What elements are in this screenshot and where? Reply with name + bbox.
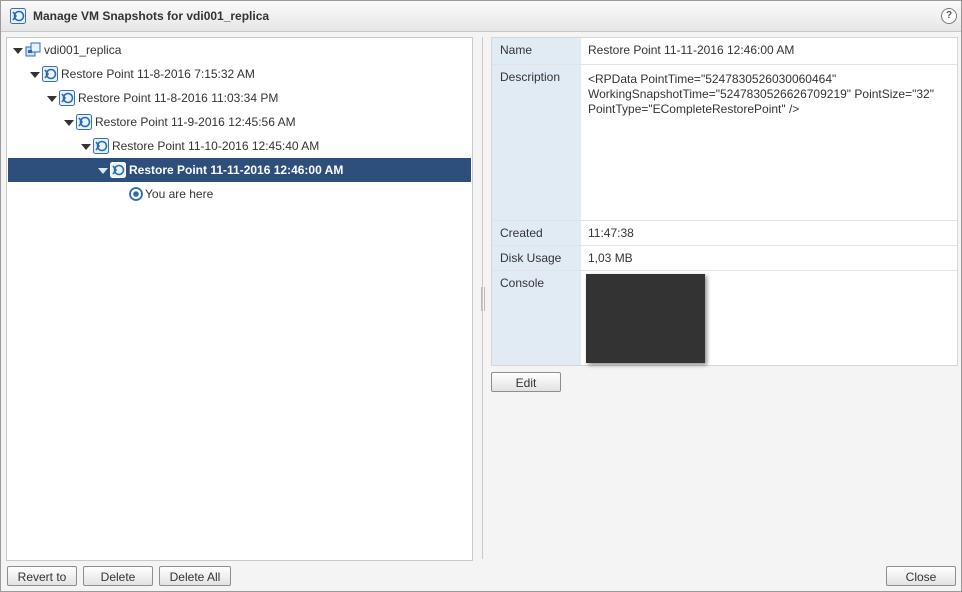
delete-button[interactable]: Delete xyxy=(83,566,153,586)
snapshot-properties: Name Restore Point 11-11-2016 12:46:00 A… xyxy=(491,37,958,366)
tree-item-label: Restore Point 11-8-2016 7:15:32 AM xyxy=(61,67,255,81)
snapshot-tree: vdi001_replica Restore Point 11-8-2016 7… xyxy=(6,37,473,561)
vm-icon xyxy=(25,42,41,57)
property-row-created: Created 11:47:38 xyxy=(492,221,957,246)
chevron-down-icon[interactable] xyxy=(64,120,74,126)
property-value-name: Restore Point 11-11-2016 12:46:00 AM xyxy=(588,43,795,57)
tree-item-snapshot-selected[interactable]: Restore Point 11-11-2016 12:46:00 AM xyxy=(8,158,471,182)
snapshot-icon xyxy=(42,66,58,82)
tree-item-label: Restore Point 11-10-2016 12:45:40 AM xyxy=(112,139,320,153)
edit-button[interactable]: Edit xyxy=(491,372,561,392)
chevron-down-icon[interactable] xyxy=(47,96,57,102)
you-are-here-icon xyxy=(129,187,143,201)
snapshot-icon xyxy=(76,114,92,130)
chevron-down-icon[interactable] xyxy=(98,168,108,174)
property-row-description: Description <RPData PointTime="524783052… xyxy=(492,65,957,221)
tree-item-label: vdi001_replica xyxy=(44,43,122,57)
property-value-description: <RPData PointTime="5247830526030060464" … xyxy=(588,72,934,116)
tree-item-snapshot[interactable]: Restore Point 11-8-2016 7:15:32 AM xyxy=(7,62,472,86)
delete-all-button[interactable]: Delete All xyxy=(159,566,231,586)
manage-snapshots-dialog: Manage VM Snapshots for vdi001_replica ?… xyxy=(0,0,962,592)
property-row-disk-usage: Disk Usage 1,03 MB xyxy=(492,246,957,271)
help-button[interactable]: ? xyxy=(941,8,957,24)
tree-item-snapshot[interactable]: Restore Point 11-10-2016 12:45:40 AM xyxy=(7,134,472,158)
console-thumbnail[interactable] xyxy=(586,274,705,363)
tree-item-root[interactable]: vdi001_replica xyxy=(7,38,472,62)
property-value-created: 11:47:38 xyxy=(588,226,634,240)
tree-item-label: You are here xyxy=(145,187,214,201)
dialog-titlebar: Manage VM Snapshots for vdi001_replica ? xyxy=(1,1,961,32)
property-row-name: Name Restore Point 11-11-2016 12:46:00 A… xyxy=(492,38,957,65)
chevron-down-icon[interactable] xyxy=(13,48,23,54)
property-value-disk-usage: 1,03 MB xyxy=(588,251,633,265)
snapshot-icon xyxy=(10,8,26,24)
property-label: Created xyxy=(492,221,581,245)
snapshot-icon xyxy=(110,162,126,178)
chevron-down-icon[interactable] xyxy=(81,144,91,150)
splitter-handle[interactable] xyxy=(481,287,485,311)
dialog-title: Manage VM Snapshots for vdi001_replica xyxy=(33,9,270,23)
property-label: Name xyxy=(492,38,581,64)
tree-item-label: Restore Point 11-11-2016 12:46:00 AM xyxy=(129,163,344,177)
tree-item-label: Restore Point 11-9-2016 12:45:56 AM xyxy=(95,115,296,129)
revert-to-button[interactable]: Revert to xyxy=(7,566,77,586)
tree-item-current-state[interactable]: You are here xyxy=(7,182,472,206)
chevron-down-icon[interactable] xyxy=(30,72,40,78)
snapshot-icon xyxy=(93,138,109,154)
close-button[interactable]: Close xyxy=(886,566,956,586)
tree-item-snapshot[interactable]: Restore Point 11-9-2016 12:45:56 AM xyxy=(7,110,472,134)
snapshot-icon xyxy=(59,90,75,106)
tree-item-snapshot[interactable]: Restore Point 11-8-2016 11:03:34 PM xyxy=(7,86,472,110)
property-label: Disk Usage xyxy=(492,246,581,270)
property-label: Description xyxy=(492,65,581,220)
property-row-console: Console xyxy=(492,271,957,365)
tree-item-label: Restore Point 11-8-2016 11:03:34 PM xyxy=(78,91,279,105)
property-label: Console xyxy=(492,271,581,365)
